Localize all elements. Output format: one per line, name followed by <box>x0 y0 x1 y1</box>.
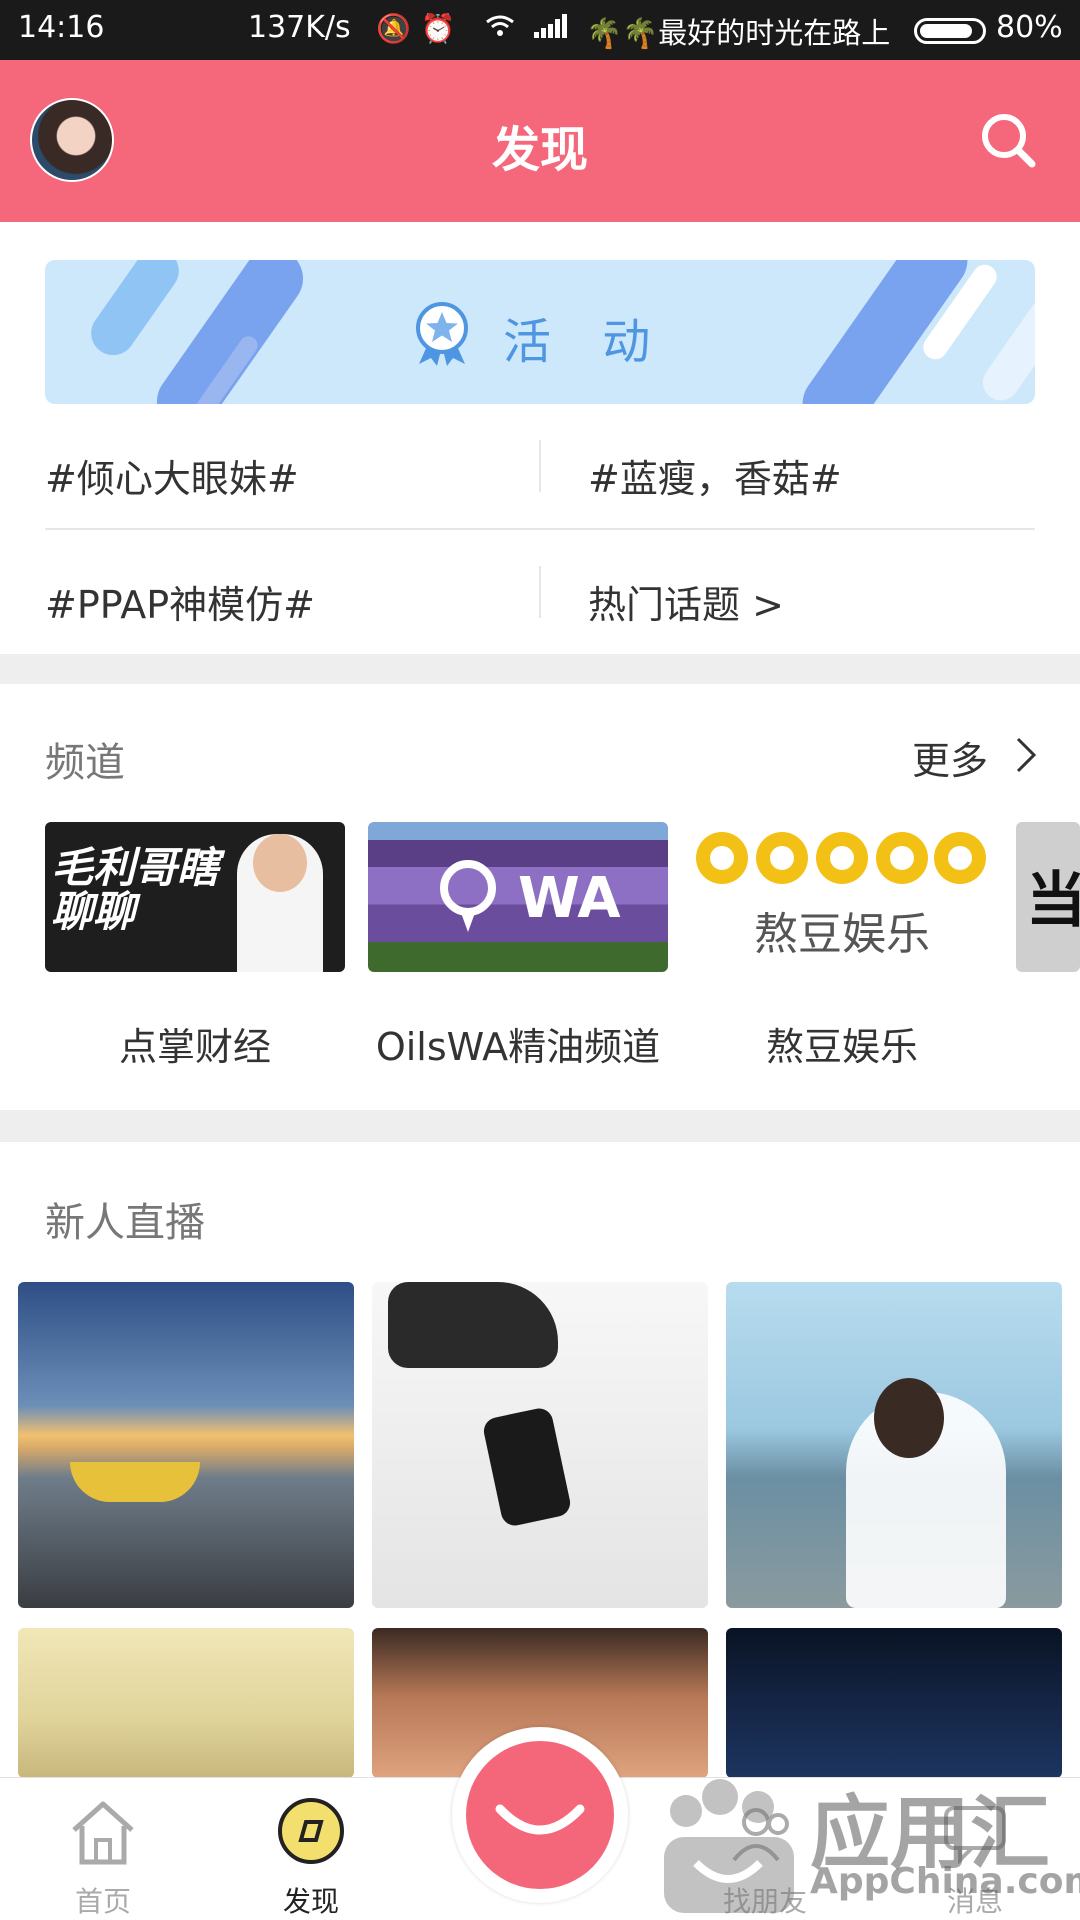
hot-topics-link[interactable]: 热门话题 > <box>588 574 784 629</box>
smile-live-icon <box>495 1804 585 1835</box>
channel-thumb-text: 当 <box>1026 866 1080 936</box>
mute-icon: 🔕 <box>376 12 421 45</box>
nav-label: 发现 <box>282 1885 339 1918</box>
section-gap <box>0 654 1080 684</box>
channel-thumb-text: 毛利哥瞎聊聊 <box>51 843 220 936</box>
start-live-button[interactable] <box>452 1727 628 1903</box>
hair-shape <box>874 1378 944 1458</box>
friends-icon <box>732 1808 789 1862</box>
status-icons: 🔕⏰ <box>376 12 568 45</box>
nav-home[interactable]: 首页 <box>28 1778 178 1920</box>
activity-banner[interactable]: 活 动 <box>45 260 1035 404</box>
person-head <box>253 834 307 892</box>
signal-icon <box>533 12 568 45</box>
activity-label: 活 动 <box>503 314 669 370</box>
channels-more-link[interactable]: 更多 <box>912 730 988 785</box>
chevron-right-icon[interactable] <box>1014 735 1038 775</box>
wifi-icon <box>466 12 534 45</box>
channel-thumb-text: WA <box>518 866 621 931</box>
search-icon[interactable] <box>978 110 1038 170</box>
channel-name[interactable]: OilsWA精油频道 <box>350 1016 686 1071</box>
nav-label: 找朋友 <box>722 1885 807 1918</box>
status-speed: 137K/s <box>248 10 351 45</box>
medal-star-icon <box>416 302 468 366</box>
phone-shape <box>481 1405 573 1529</box>
battery-icon <box>914 18 986 44</box>
sunset-boat-photo[interactable] <box>18 1282 354 1608</box>
status-bar: 14:16 137K/s 🔕⏰ 🌴🌴最好的时光在路上 80% <box>0 0 1080 60</box>
nav-label: 首页 <box>74 1885 131 1918</box>
status-time: 14:16 <box>18 10 105 45</box>
new-live-title: 新人直播 <box>45 1200 205 1246</box>
divider <box>539 440 541 492</box>
alarm-icon: ⏰ <box>420 12 466 45</box>
channel-thumbnail[interactable]: 熬豆娱乐 <box>692 822 992 972</box>
aodou-logo <box>696 832 986 884</box>
channel-thumbnail[interactable]: WA <box>368 822 668 972</box>
message-icon <box>944 1806 1006 1864</box>
oil-drop-icon <box>440 860 496 932</box>
topic-item[interactable]: #PPAP神模仿# <box>45 574 315 629</box>
status-carrier: 🌴🌴最好的时光在路上 <box>586 16 891 50</box>
section-gap <box>0 1110 1080 1142</box>
channel-thumbnail[interactable]: 当 <box>1016 822 1080 972</box>
channel-thumb-text: 熬豆娱乐 <box>754 909 930 960</box>
nav-label: 消息 <box>946 1885 1003 1918</box>
cap-shape <box>388 1282 558 1368</box>
channels-title: 频道 <box>45 740 125 786</box>
channel-name[interactable]: 点掌财经 <box>45 1016 345 1071</box>
channel-name[interactable]: 熬豆娱乐 <box>692 1016 992 1071</box>
nav-friends[interactable]: 找朋友 <box>690 1778 840 1920</box>
home-icon <box>72 1801 134 1865</box>
app-header: 发现 <box>0 60 1080 222</box>
nav-messages[interactable]: 消息 <box>900 1778 1050 1920</box>
battery-percent: 80% <box>996 10 1063 45</box>
divider <box>539 566 541 618</box>
divider <box>45 528 1035 530</box>
compass-icon <box>278 1798 344 1864</box>
sketch-portrait-photo[interactable] <box>372 1282 708 1608</box>
topic-item[interactable]: #倾心大眼妹# <box>45 448 299 503</box>
page-title: 发现 <box>491 122 588 178</box>
window-photo[interactable] <box>18 1628 354 1778</box>
boat-shape <box>70 1462 200 1502</box>
topic-item[interactable]: #蓝瘦，香菇# <box>588 448 842 503</box>
channel-thumbnail[interactable]: 毛利哥瞎聊聊 <box>45 822 345 972</box>
bride-photo[interactable] <box>726 1282 1062 1608</box>
suit-photo[interactable] <box>726 1628 1062 1778</box>
nav-discover[interactable]: 发现 <box>236 1778 386 1920</box>
